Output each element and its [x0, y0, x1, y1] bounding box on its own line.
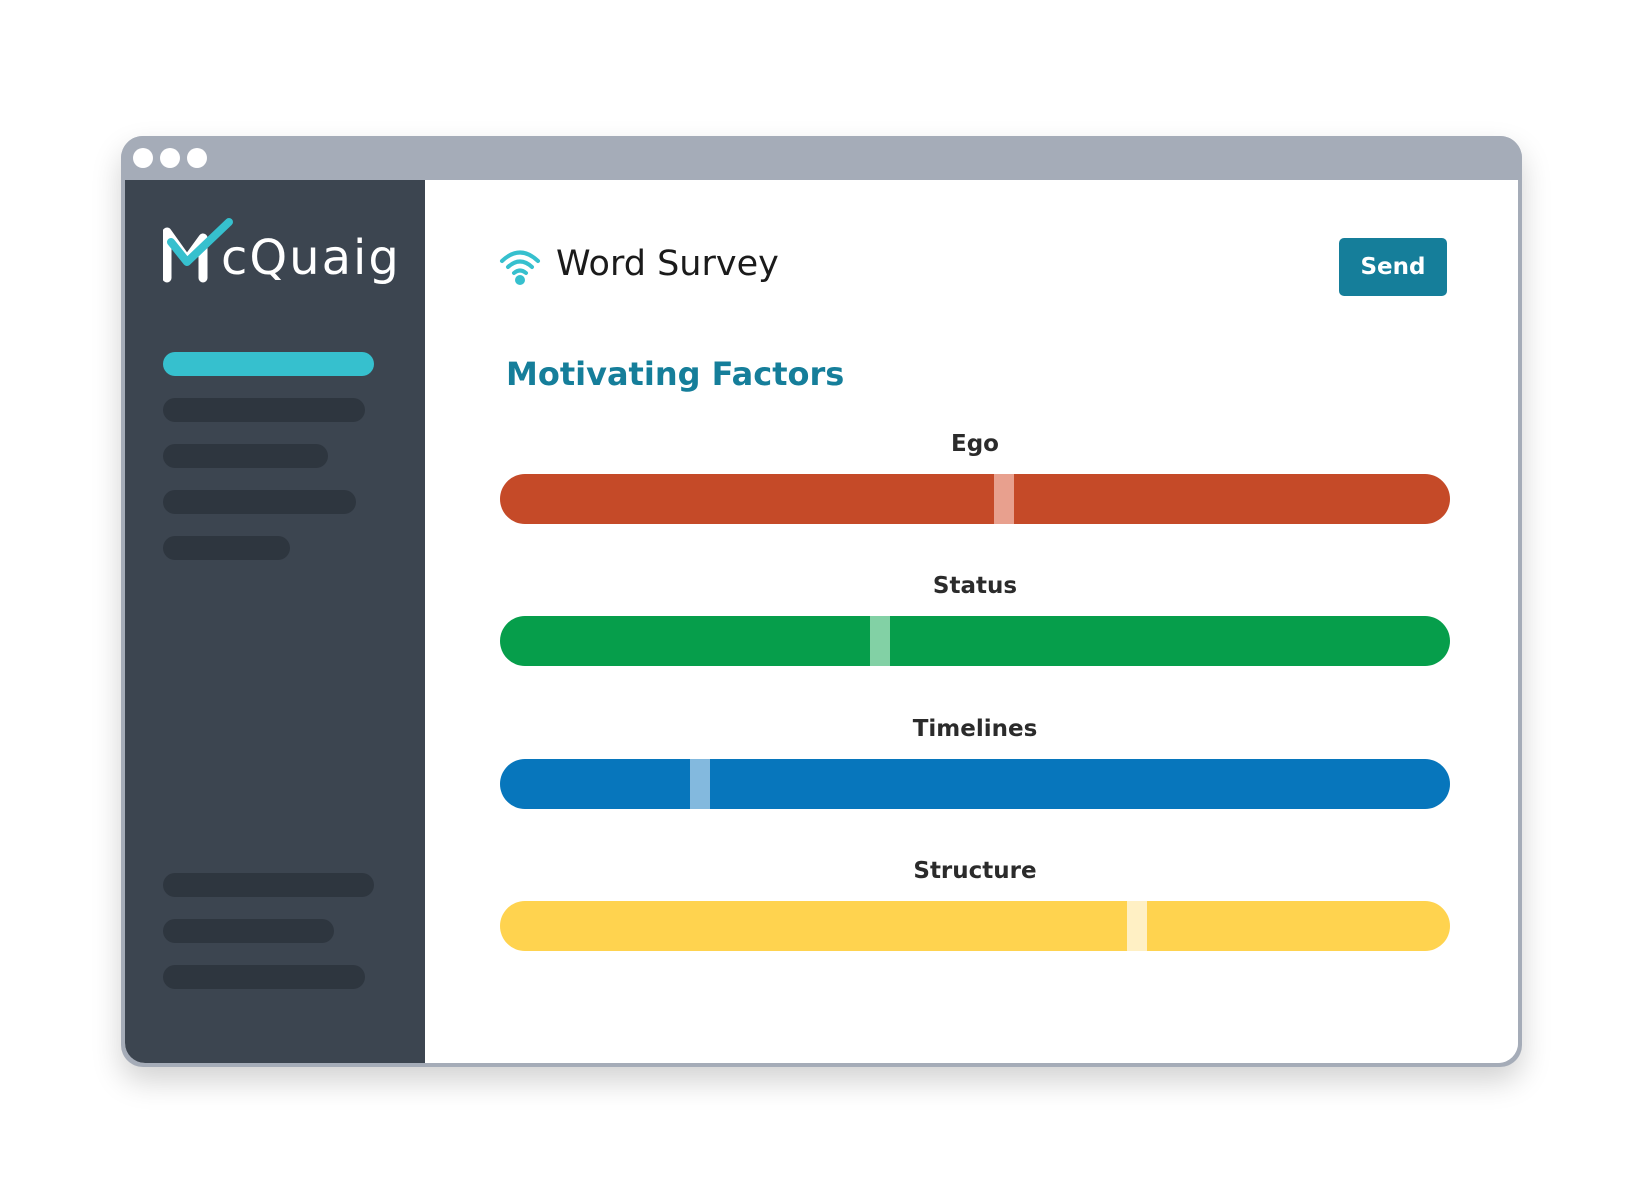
factor-slider-status[interactable]: [500, 616, 1450, 666]
sidebar-item[interactable]: [163, 398, 365, 422]
factor-slider-ego[interactable]: [500, 474, 1450, 524]
send-button[interactable]: Send: [1339, 238, 1447, 296]
app-content: cQuaig Word Survey Send Motivating Facto…: [125, 180, 1518, 1063]
slider-marker[interactable]: [870, 616, 890, 666]
slider-marker[interactable]: [690, 759, 710, 809]
sidebar-footer-item[interactable]: [163, 965, 365, 989]
page-title: Word Survey: [556, 244, 779, 284]
survey-signal-icon: [500, 250, 540, 285]
logo-wordmark: cQuaig: [221, 230, 401, 286]
window-titlebar: [121, 136, 1522, 180]
window-dot-icon[interactable]: [187, 148, 207, 168]
sidebar-footer-item[interactable]: [163, 919, 334, 943]
section-title: Motivating Factors: [506, 355, 845, 393]
factor-label-ego: Ego: [951, 431, 999, 457]
sidebar-item[interactable]: [163, 444, 328, 468]
sidebar-item[interactable]: [163, 536, 290, 560]
main-panel: Word Survey Send Motivating Factors Ego …: [425, 180, 1518, 1063]
window-dot-icon[interactable]: [133, 148, 153, 168]
factor-label-structure: Structure: [913, 858, 1037, 884]
factor-label-timelines: Timelines: [912, 716, 1038, 742]
factor-slider-structure[interactable]: [500, 901, 1450, 951]
slider-marker[interactable]: [1127, 901, 1147, 951]
browser-window: cQuaig Word Survey Send Motivating Facto…: [121, 136, 1522, 1067]
slider-marker[interactable]: [994, 474, 1014, 524]
sidebar-item-active[interactable]: [163, 352, 374, 376]
mcquaig-logo[interactable]: cQuaig: [163, 216, 399, 296]
factor-slider-timelines[interactable]: [500, 759, 1450, 809]
factor-label-status: Status: [932, 573, 1018, 599]
sidebar: cQuaig: [125, 180, 425, 1063]
sidebar-footer-item[interactable]: [163, 873, 374, 897]
sidebar-item[interactable]: [163, 490, 356, 514]
window-dot-icon[interactable]: [160, 148, 180, 168]
